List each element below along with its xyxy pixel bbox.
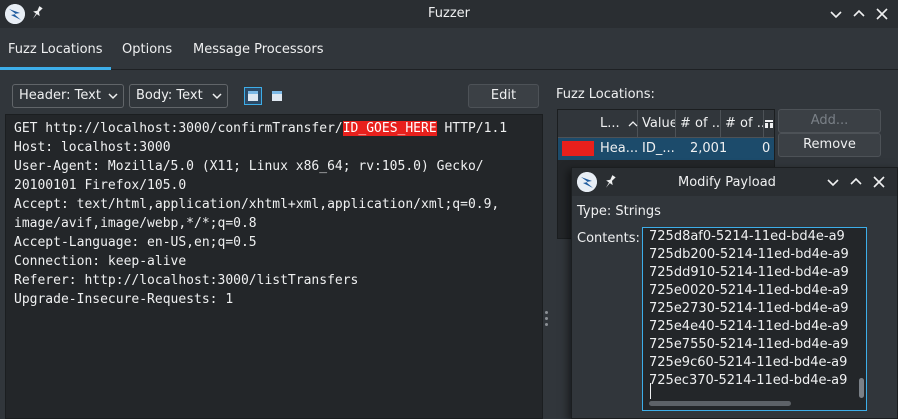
remove-location-button[interactable]: Remove <box>778 133 881 157</box>
vertical-scrollbar[interactable] <box>859 378 864 398</box>
location-color-swatch <box>562 141 594 156</box>
close-icon[interactable] <box>873 5 891 23</box>
list-item: 725ec370-5214-11ed-bd4e-a9 <box>649 373 848 388</box>
window-titlebar: Fuzzer <box>0 0 898 28</box>
dialog-titlebar: Modify Payload <box>572 168 897 196</box>
list-item: 725e2730-5214-11ed-bd4e-a9 <box>649 301 849 316</box>
request-line: Referer: http://localhost:3000/listTrans… <box>14 273 359 288</box>
request-line: Upgrade-Insecure-Requests: 1 <box>14 292 234 307</box>
list-item: 725dd910-5214-11ed-bd4e-a9 <box>649 265 849 280</box>
request-line: GET http://localhost:3000/confirmTransfe… <box>14 121 508 136</box>
horizontal-scrollbar[interactable] <box>649 401 791 406</box>
tab-options[interactable]: Options <box>114 28 180 70</box>
body-view-label: Body: Text <box>136 88 203 103</box>
tab-message-processors[interactable]: Message Processors <box>185 28 332 70</box>
request-line: Connection: keep-alive <box>14 254 187 269</box>
column-header-value[interactable]: Value <box>638 110 676 138</box>
edit-button[interactable]: Edit <box>468 84 539 108</box>
payload-type-label: Type: Strings <box>577 204 661 219</box>
cell-value: ID_... <box>642 141 675 156</box>
split-layout-toggle[interactable] <box>244 87 262 105</box>
header-view-select[interactable]: Header: Text <box>12 84 124 108</box>
column-header-payloads[interactable]: # of ... <box>676 110 721 138</box>
tab-fuzz-locations[interactable]: Fuzz Locations <box>0 28 111 70</box>
fuzz-locations-label: Fuzz Locations: <box>556 87 655 102</box>
text-caret <box>650 383 651 399</box>
contents-label: Contents: <box>577 231 640 246</box>
request-line: Host: localhost:3000 <box>14 140 171 155</box>
sort-ascending-icon <box>628 121 638 127</box>
add-location-button[interactable]: Add... <box>778 109 881 133</box>
cell-payloads: 2,001 <box>690 141 726 156</box>
modify-payload-dialog: Modify Payload Type: Strings Contents: 7… <box>571 167 898 419</box>
tab-bar: Fuzz Locations Options Message Processor… <box>0 28 898 70</box>
list-item: 725d8af0-5214-11ed-bd4e-a9 <box>649 229 845 244</box>
close-icon[interactable] <box>870 173 888 191</box>
layout-single-icon <box>272 91 282 101</box>
chevron-down-icon <box>212 93 222 100</box>
combined-layout-toggle[interactable] <box>268 87 286 105</box>
list-item: 725e0020-5214-11ed-bd4e-a9 <box>649 283 849 298</box>
request-line: image/avif,image/webp,*/*;q=0.8 <box>14 216 257 231</box>
minimize-icon[interactable] <box>827 5 845 23</box>
list-item: 725e9c60-5214-11ed-bd4e-a9 <box>649 355 848 370</box>
window-title: Fuzzer <box>428 6 470 21</box>
zap-logo-icon <box>577 172 597 192</box>
payload-contents-textarea[interactable]: 725d8af0-5214-11ed-bd4e-a9 725db200-5214… <box>642 227 867 411</box>
request-line: User-Agent: Mozilla/5.0 (X11; Linux x86_… <box>14 159 484 174</box>
request-editor[interactable]: GET http://localhost:3000/confirmTransfe… <box>5 114 543 419</box>
table-row[interactable]: Hea... ID_... 2,001 0 <box>558 138 774 160</box>
maximize-icon[interactable] <box>850 5 868 23</box>
list-item: 725e4e40-5214-11ed-bd4e-a9 <box>649 319 849 334</box>
fuzz-location-highlight[interactable]: ID_GOES_HERE <box>342 121 437 136</box>
request-line: Accept: text/html,application/xhtml+xml,… <box>14 197 500 212</box>
request-line: 20100101 Firefox/105.0 <box>14 178 187 193</box>
header-view-label: Header: Text <box>19 88 101 103</box>
list-item: 725e7550-5214-11ed-bd4e-a9 <box>649 337 849 352</box>
cell-processors: 0 <box>762 141 771 156</box>
layout-split-icon <box>248 91 258 101</box>
maximize-icon[interactable] <box>847 173 865 191</box>
cell-location: Hea... <box>600 141 638 156</box>
column-header-processors[interactable]: # of ... <box>721 110 764 138</box>
splitter-handle[interactable] <box>545 311 549 327</box>
pin-icon[interactable] <box>603 174 617 190</box>
request-line: Accept-Language: en-US,en;q=0.5 <box>14 235 257 250</box>
minimize-icon[interactable] <box>824 173 842 191</box>
chevron-down-icon <box>108 93 118 100</box>
body-view-select[interactable]: Body: Text <box>129 84 228 108</box>
table-header: L... Value # of ... # of ... <box>558 110 774 138</box>
dialog-title: Modify Payload <box>678 175 776 190</box>
column-chooser-icon[interactable] <box>764 110 774 138</box>
list-item: 725db200-5214-11ed-bd4e-a9 <box>649 247 849 262</box>
